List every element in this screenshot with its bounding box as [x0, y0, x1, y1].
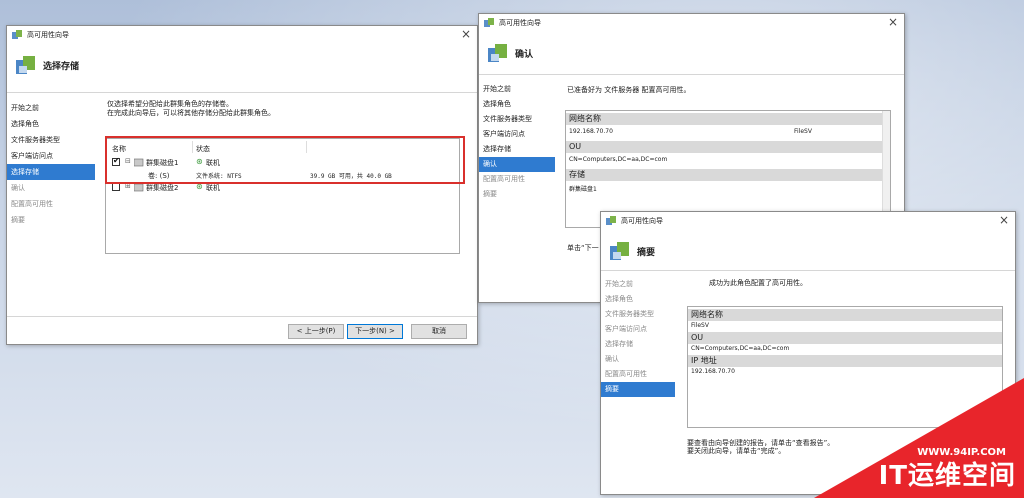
table-row-disk2[interactable]: ⊞ 群集磁盘2 ⊛ 联机 [112, 182, 452, 193]
header-divider [7, 92, 477, 93]
nav-step-select-storage[interactable]: 选择存储 [7, 164, 95, 180]
wizard-steps-nav: 开始之前 选择角色 文件服务器类型 客户端访问点 选择存储 确认 配置高可用性 … [601, 277, 675, 397]
nav-step-file-server-type: 文件服务器类型 [605, 310, 654, 318]
nav-step-configure-ha: 配置高可用性 [605, 370, 647, 378]
title-bar: 高可用性向导 × [479, 14, 904, 32]
site-watermark: WWW.94IP.COM IT运维空间 [774, 378, 1024, 498]
nav-step-select-storage: 选择存储 [605, 340, 633, 348]
nav-step-confirmation[interactable]: 确认 [479, 157, 555, 172]
nav-step-select-role[interactable]: 选择角色 [479, 97, 555, 112]
header-divider [479, 74, 904, 75]
nav-step-configure-ha: 配置高可用性 [483, 175, 525, 183]
cluster-app-icon [12, 30, 22, 39]
wizard-header: 确认 [479, 32, 904, 80]
close-button[interactable]: × [999, 213, 1009, 227]
network-name-value: FileSV [691, 322, 709, 329]
nav-step-before-you-begin[interactable]: 开始之前 [479, 82, 555, 97]
section-storage: 存储 [566, 169, 890, 181]
close-hint: 要关闭此向导，请单击“完成”。 [687, 447, 786, 455]
window-title: 高可用性向导 [499, 19, 541, 27]
header-divider [601, 270, 1015, 271]
footer-divider [7, 316, 477, 317]
nav-step-confirmation: 确认 [11, 184, 25, 192]
window-title: 高可用性向导 [27, 31, 69, 39]
section-ou: OU [688, 332, 1002, 344]
nav-step-before-you-begin: 开始之前 [605, 280, 633, 288]
close-button[interactable]: × [888, 15, 898, 29]
section-network-name: 网络名称 [566, 113, 890, 125]
wizard-icon [16, 56, 35, 74]
wizard-icon [610, 242, 629, 260]
title-bar: 高可用性向导 × [7, 26, 477, 44]
instruction-line-2: 在完成此向导后，可以将其他存储分配给此群集角色。 [107, 109, 275, 117]
wizard-icon [488, 44, 507, 62]
nav-step-before-you-begin[interactable]: 开始之前 [7, 100, 95, 116]
nav-step-select-role[interactable]: 选择角色 [7, 116, 95, 132]
nav-step-summary: 摘要 [483, 190, 497, 198]
wizard-steps-nav: 开始之前 选择角色 文件服务器类型 客户端访问点 选择存储 确认 配置高可用性 … [7, 100, 95, 228]
disk-icon [134, 183, 144, 192]
previous-button[interactable]: < 上一步(P) [288, 324, 344, 339]
window-title: 高可用性向导 [621, 217, 663, 225]
nav-step-file-server-type[interactable]: 文件服务器类型 [7, 132, 95, 148]
footer-hint: 单击“下一 [567, 244, 599, 252]
nav-step-confirmation: 确认 [605, 355, 619, 363]
disk2-name: 群集磁盘2 [146, 184, 179, 192]
next-button[interactable]: 下一步(N) > [347, 324, 403, 339]
ip-address-value: 192.168.70.70 [569, 128, 613, 135]
network-name-value: FileSV [794, 128, 812, 135]
page-title: 选择存储 [43, 62, 80, 72]
section-ou: OU [566, 141, 890, 153]
close-button[interactable]: × [461, 27, 471, 41]
ou-value: CN=Computers,DC=aa,DC=com [691, 345, 790, 352]
nav-step-summary: 摘要 [11, 216, 25, 224]
nav-step-configure-ha: 配置高可用性 [11, 200, 53, 208]
nav-step-client-access-point[interactable]: 客户端访问点 [7, 148, 95, 164]
section-ip-address: IP 地址 [688, 355, 1002, 367]
nav-step-file-server-type[interactable]: 文件服务器类型 [479, 112, 555, 127]
cluster-app-icon [484, 18, 494, 27]
summary-intro: 成功为此角色配置了高可用性。 [709, 279, 807, 287]
confirmation-intro: 已准备好为 文件服务器 配置高可用性。 [567, 86, 691, 94]
nav-step-select-storage[interactable]: 选择存储 [479, 142, 555, 157]
wizard-header: 选择存储 [7, 44, 477, 92]
cancel-button[interactable]: 取消 [411, 324, 467, 339]
ip-address-value: 192.168.70.70 [691, 368, 735, 375]
vertical-scrollbar[interactable] [882, 111, 890, 227]
page-title: 摘要 [637, 248, 656, 258]
section-network-name: 网络名称 [688, 309, 1002, 321]
nav-step-summary[interactable]: 摘要 [601, 382, 675, 397]
page-title: 确认 [515, 50, 534, 60]
title-bar: 高可用性向导 × [601, 212, 1015, 230]
wizard-window-select-storage: 高可用性向导 × 选择存储 开始之前 选择角色 文件服务器类型 客户端访问点 选… [6, 25, 478, 345]
nav-step-client-access-point: 客户端访问点 [605, 325, 647, 333]
disk2-checkbox[interactable] [112, 183, 120, 191]
cluster-app-icon [606, 216, 616, 225]
nav-step-select-role: 选择角色 [605, 295, 633, 303]
wizard-steps-nav: 开始之前 选择角色 文件服务器类型 客户端访问点 选择存储 确认 配置高可用性 … [479, 82, 555, 202]
storage-value: 群集磁盘1 [569, 186, 597, 193]
watermark-brand: IT运维空间 [878, 461, 1016, 491]
disk2-status: 联机 [206, 184, 220, 192]
highlight-box [105, 136, 465, 184]
nav-step-client-access-point[interactable]: 客户端访问点 [479, 127, 555, 142]
ou-value: CN=Computers,DC=aa,DC=com [569, 156, 668, 163]
